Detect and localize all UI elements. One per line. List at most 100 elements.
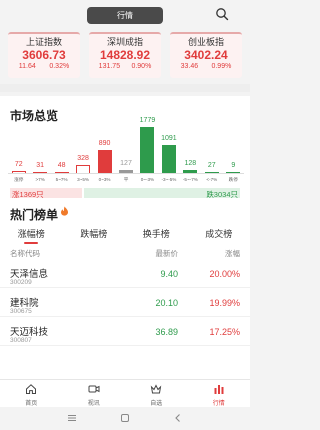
distribution-bar-value: 127 <box>120 159 132 167</box>
tab-gainers[interactable]: 涨幅榜 <box>0 226 63 244</box>
distribution-bar-label: 0~-3% <box>140 177 155 182</box>
table-row[interactable]: 天迈科技 300807 36.89 17.25% <box>0 318 250 346</box>
distribution-bar-value: 72 <box>14 161 23 169</box>
stock-price: 9.40 <box>160 269 178 279</box>
distribution-bar-value: 1091 <box>161 134 177 142</box>
header-tab-market[interactable]: 行情 <box>87 7 163 24</box>
distribution-bar <box>11 171 26 173</box>
top-bar: 行情 <box>0 0 250 32</box>
hot-tabs: 涨幅榜 跌幅榜 换手榜 成交榜 <box>0 226 251 244</box>
distribution-bar <box>33 171 48 173</box>
index-card-cyb[interactable]: 创业板指 3402.24 33.46 0.99% <box>170 32 242 78</box>
home-square-icon[interactable] <box>120 413 130 423</box>
tab-volume[interactable]: 成交榜 <box>188 226 251 242</box>
index-card-sh[interactable]: 上证指数 3606.73 11.64 0.32% <box>8 32 80 78</box>
distribution-bar-value: 128 <box>184 159 197 167</box>
table-row[interactable]: 建科院 300675 20.10 19.99% <box>0 289 250 317</box>
distribution-bar-label: 跌停 <box>228 177 238 182</box>
distribution-bar-value: 9 <box>231 161 236 169</box>
distribution-bar-label: 涨停 <box>14 177 24 182</box>
tab-losers[interactable]: 跌幅榜 <box>63 226 126 242</box>
system-nav-bar <box>0 407 250 430</box>
stock-code: 300807 <box>10 337 32 344</box>
section-divider <box>0 84 250 92</box>
stock-price: 36.89 <box>155 327 178 337</box>
distribution-bar-value: 890 <box>98 139 111 147</box>
fire-icon <box>61 206 68 216</box>
tab-turnover[interactable]: 换手榜 <box>125 226 188 242</box>
distribution-bar <box>183 169 198 173</box>
nav-video[interactable]: 视讯 <box>63 380 126 407</box>
distribution-bar-value: 27 <box>207 161 216 169</box>
nav-video-label: 视讯 <box>87 401 100 407</box>
stock-change-pct: 19.99% <box>209 298 240 308</box>
index-value: 14828.92 <box>99 48 151 62</box>
chart-bars-icon <box>214 385 224 394</box>
distribution-bar-label: <-7% <box>206 177 218 182</box>
index-change-abs: 33.46 <box>180 63 199 70</box>
index-change-pct: 0.99% <box>211 63 232 70</box>
nav-watchlist[interactable]: 自选 <box>125 380 188 407</box>
nav-market-label: 行情 <box>212 401 225 407</box>
nav-market[interactable]: 行情 <box>188 380 251 407</box>
index-change-abs: 11.64 <box>18 63 36 70</box>
distribution-bar-value: 48 <box>57 161 66 169</box>
distribution-bar-label: -3~-5% <box>161 177 177 182</box>
table-header: 名称代码 最新价 涨幅 <box>0 248 250 258</box>
nav-home[interactable]: 首页 <box>0 380 63 407</box>
stock-price: 20.10 <box>155 298 178 308</box>
stock-name: 天迈科技 <box>10 327 49 338</box>
home-icon <box>26 384 37 394</box>
index-card-sz[interactable]: 深圳成指 14828.92 131.75 0.90% <box>89 32 161 78</box>
stock-change-pct: 20.00% <box>209 269 240 279</box>
search-icon[interactable] <box>215 7 229 21</box>
distribution-bar-value: 328 <box>77 154 89 162</box>
hot-list: 热门榜单 涨幅榜 跌幅榜 换手榜 成交榜 名称代码 最新价 涨幅 天泽信息 30… <box>0 198 250 384</box>
index-value: 3402.24 <box>184 48 228 62</box>
index-name: 创业板指 <box>187 37 224 47</box>
bottom-nav: 首页 视讯 自选 行情 <box>0 379 250 407</box>
nav-watchlist-label: 自选 <box>150 401 163 407</box>
distribution-bar <box>119 169 133 173</box>
nav-home-label: 首页 <box>25 401 38 407</box>
market-overview[interactable]: 市场总览 72 涨停 31 >7% 48 5~7% 328 3~5% 890 0~3% 127 平 17… <box>0 96 250 206</box>
index-value: 3606.73 <box>22 48 66 62</box>
index-change: 131.75 0.90% <box>89 62 161 72</box>
distribution-bar-label: 5~7% <box>55 177 68 182</box>
index-change-abs: 131.75 <box>98 63 121 70</box>
col-pct-header: 涨幅 <box>225 249 240 258</box>
menu-icon[interactable] <box>67 413 77 423</box>
chart-baseline <box>8 173 244 174</box>
stock-change-pct: 17.25% <box>209 327 240 337</box>
back-icon[interactable] <box>173 413 183 423</box>
distribution-bar-value: 1779 <box>139 117 156 124</box>
index-name: 上证指数 <box>25 37 62 47</box>
index-row: 上证指数 3606.73 11.64 0.32% 深圳成指 14828.92 1… <box>0 32 250 84</box>
distribution-bar <box>76 164 91 173</box>
distribution-bar <box>140 127 155 173</box>
distribution-bar <box>97 149 112 173</box>
distribution-bar <box>161 144 176 173</box>
distribution-bar-label: 3~5% <box>77 177 90 182</box>
hot-title: 热门榜单 <box>10 208 59 222</box>
index-change: 11.64 0.32% <box>8 62 80 72</box>
header-tab-label: 行情 <box>117 11 133 20</box>
col-price-header: 最新价 <box>155 249 179 258</box>
index-change-pct: 0.90% <box>131 63 152 70</box>
distribution-bar-label: >7% <box>35 177 45 182</box>
distribution-bar <box>54 171 69 173</box>
stock-code: 300209 <box>10 279 32 286</box>
distribution-bar <box>226 171 241 173</box>
distribution-bar-label: -5~-7% <box>182 177 198 182</box>
index-change-pct: 0.32% <box>49 63 70 70</box>
index-name: 深圳成指 <box>106 37 143 47</box>
distribution-bar-label: 平 <box>123 177 129 182</box>
stock-name: 天泽信息 <box>10 269 49 280</box>
table-row[interactable]: 天泽信息 300209 9.40 20.00% <box>0 260 250 288</box>
video-icon <box>88 385 100 393</box>
distribution-bar <box>204 171 219 173</box>
distribution-bar-label: 0~3% <box>98 177 111 182</box>
stock-code: 300675 <box>10 308 32 315</box>
stock-name: 建科院 <box>10 298 39 309</box>
distribution-bar-value: 31 <box>36 161 45 169</box>
